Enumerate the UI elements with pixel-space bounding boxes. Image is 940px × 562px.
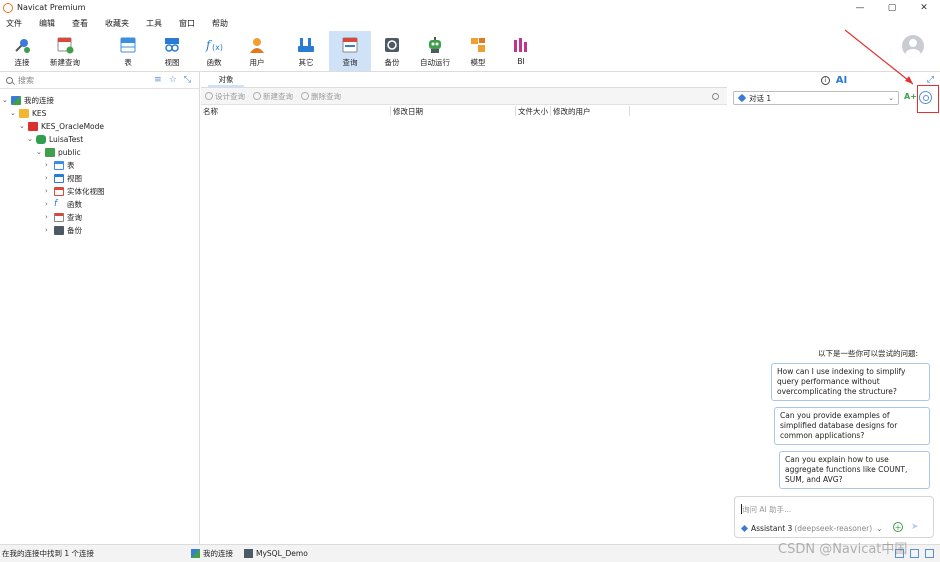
status-demo[interactable]: MySQL_Demo <box>244 549 308 558</box>
navicat-window: Navicat Premium — ▢ ✕ 文件 编辑 查看 收藏夹 工具 窗口… <box>0 0 940 562</box>
status-connection[interactable]: 我的连接 <box>191 548 233 559</box>
mysql-icon <box>244 549 253 558</box>
watermark: CSDN @Navicat中国 <box>778 542 908 557</box>
detail-view-icon[interactable] <box>910 549 919 558</box>
connections-icon <box>191 549 200 558</box>
status-demo-label: MySQL_Demo <box>256 549 308 558</box>
status-connection-label: 我的连接 <box>203 549 233 558</box>
panel-toggle-icon[interactable] <box>925 549 934 558</box>
status-found-text: 在我的连接中找到 1 个连接 <box>2 549 95 558</box>
annotation-arrow <box>844 29 914 85</box>
